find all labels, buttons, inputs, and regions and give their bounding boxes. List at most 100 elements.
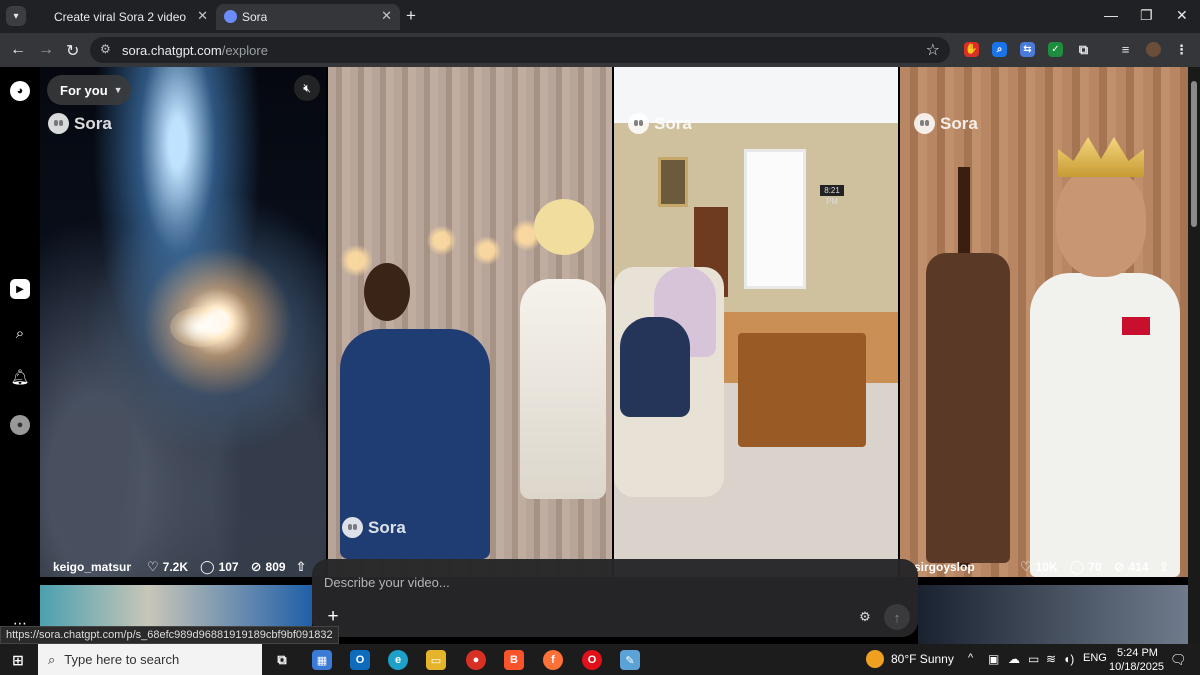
wall-clock: 8:21 PM <box>820 185 844 206</box>
remix-button[interactable]: ⊘ 809 <box>251 559 286 575</box>
chevron-down-icon: ▼ <box>113 85 123 95</box>
like-count: 10K <box>1035 560 1058 574</box>
notepad-icon[interactable]: ✎ <box>620 650 640 670</box>
brave-icon[interactable]: B <box>504 650 524 670</box>
creator-username[interactable]: keigo_matsuma <box>53 560 131 574</box>
comment-button[interactable]: ◯ 107 <box>200 559 239 575</box>
wall-picture <box>658 157 688 207</box>
hanging-coat <box>926 253 1010 563</box>
prompt-input[interactable] <box>324 571 884 593</box>
sora-watermark: Sora <box>48 113 112 134</box>
close-icon[interactable]: ✕ <box>197 8 208 24</box>
video-meta-bar: sirgoyslop ♡ 10K ◯ 70 ⊘ 414 ⇧ <box>914 557 1186 577</box>
show-hidden-icons-chevron-icon[interactable]: ^ <box>968 652 973 664</box>
remix-button[interactable]: ⊘ 414 <box>1114 559 1149 575</box>
video-card-living-room[interactable]: 8:21 PM Sora <box>614 67 898 577</box>
reload-button[interactable]: ↻ <box>66 41 79 61</box>
back-button[interactable]: ← <box>10 41 26 59</box>
weather-text[interactable]: 80°F Sunny <box>891 652 954 666</box>
video-card-crown-man[interactable]: Sora <box>900 67 1188 577</box>
mute-toggle-button[interactable]: 🔇︎ <box>294 75 320 101</box>
share-icon: ⇧ <box>1158 559 1170 574</box>
notifications-icon[interactable]: 🗨︎ <box>1170 652 1187 668</box>
taskbar-search-box[interactable]: ⌕ Type here to search <box>38 644 262 675</box>
firefox-icon[interactable]: f <box>543 650 563 670</box>
prompt-composer: + ⚙ ↑ <box>312 559 918 637</box>
extensions-puzzle-icon[interactable]: ⧉ <box>1076 42 1091 57</box>
heart-icon: ♡ <box>1020 559 1032 574</box>
play-icon[interactable]: ▶ <box>10 279 30 299</box>
tray-cloud-icon[interactable]: ☁ <box>1008 652 1020 666</box>
speaker-muted-icon: 🔇︎ <box>303 80 311 95</box>
extension-hand-icon[interactable]: ✋ <box>964 42 979 57</box>
close-window-button[interactable]: ✕ <box>1176 7 1188 24</box>
wifi-icon[interactable]: ≋ <box>1046 652 1056 666</box>
chrome-icon[interactable]: ● <box>466 650 486 670</box>
share-button[interactable]: ⇧ <box>1159 559 1170 575</box>
browser-menu-icon[interactable]: ⋮ <box>1174 42 1189 57</box>
sora-logo-icon <box>914 113 935 134</box>
store-icon[interactable]: ▦ <box>312 650 332 670</box>
volume-icon[interactable]: ◖) <box>1063 652 1074 666</box>
feed-filter-dropdown[interactable]: For you ▼ <box>47 75 131 105</box>
search-icon: ⌕ <box>48 651 56 667</box>
search-icon[interactable]: ⌕ <box>10 323 30 343</box>
video-card-proposal[interactable]: Sora <box>328 67 612 577</box>
scrollbar-thumb[interactable] <box>1191 81 1197 227</box>
submit-button[interactable]: ↑ <box>884 604 910 630</box>
sora-logo-icon[interactable]: ◕ <box>10 81 30 101</box>
tab-create-viral-sora[interactable]: Create viral Sora 2 video ✕ <box>40 4 216 30</box>
profile-avatar[interactable] <box>1146 42 1161 57</box>
battery-icon[interactable]: ▭ <box>1028 652 1039 666</box>
chevron-down-icon: ▾ <box>13 10 19 22</box>
man-face <box>1056 167 1146 277</box>
file-explorer-icon[interactable]: ▭ <box>426 650 446 670</box>
like-button[interactable]: ♡ 7.2K <box>147 559 188 575</box>
close-icon[interactable]: ✕ <box>381 8 392 24</box>
like-count: 7.2K <box>162 560 189 574</box>
sora-explore-page: ◕ ▶ ⌕ 🔔︎ ● ⋯ Sora Sora 8:21 PM Sora Sora… <box>0 67 1200 644</box>
outlook-icon[interactable]: O <box>350 650 370 670</box>
creator-username[interactable]: sirgoyslop <box>914 560 1004 574</box>
address-bar[interactable]: ⚙ sora.chatgpt.com/explore ☆ <box>90 37 950 63</box>
clock-date[interactable]: 10/18/2025 <box>1109 661 1164 673</box>
bookmark-star-icon[interactable]: ☆ <box>926 40 940 60</box>
comment-count: 70 <box>1088 560 1102 574</box>
sun-icon <box>866 650 884 668</box>
page-scrollbar[interactable] <box>1188 67 1200 644</box>
media-control-icon[interactable]: ≡ <box>1118 42 1133 57</box>
tab-sora[interactable]: Sora ✕ <box>216 4 400 30</box>
minimize-button[interactable]: — <box>1104 7 1118 23</box>
forward-button[interactable]: → <box>38 41 54 59</box>
edge-icon[interactable]: e <box>388 650 408 670</box>
light-burst <box>170 307 230 347</box>
tab-search-button[interactable]: ▾ <box>6 6 26 26</box>
tray-app-icon[interactable]: ▣ <box>988 652 999 666</box>
site-info-icon[interactable]: ⚙ <box>100 42 111 56</box>
plus-icon: + <box>327 606 339 627</box>
extension-shield-icon[interactable]: ✓ <box>1048 42 1063 57</box>
opera-icon[interactable]: O <box>582 650 602 670</box>
clock-time[interactable]: 5:24 PM <box>1117 647 1158 659</box>
like-button[interactable]: ♡ 10K <box>1020 559 1058 575</box>
windows-start-icon[interactable]: ⊞ <box>8 650 28 670</box>
maximize-button[interactable]: ❐ <box>1140 7 1153 24</box>
extension-search-icon[interactable]: ⌕ <box>992 42 1007 57</box>
bell-icon[interactable]: 🔔︎ <box>10 367 30 387</box>
video-card-galaxy[interactable]: Sora <box>40 67 326 577</box>
sora-favicon-icon <box>224 10 237 23</box>
comment-button[interactable]: ◯ 70 <box>1070 559 1102 575</box>
next-video-peek-2[interactable] <box>918 585 1188 644</box>
taskbar-search-placeholder: Type here to search <box>64 652 180 667</box>
white-dress-figure <box>520 279 606 499</box>
language-indicator[interactable]: ENG <box>1083 652 1107 664</box>
share-button[interactable]: ⇧ <box>296 559 307 575</box>
extension-translate-icon[interactable]: ⇆ <box>1020 42 1035 57</box>
new-tab-button[interactable]: + <box>406 6 416 26</box>
remix-icon: ⊘ <box>250 559 262 574</box>
url-host: sora.chatgpt.com <box>122 43 222 58</box>
task-view-icon[interactable]: ⧉ <box>272 650 292 670</box>
settings-button[interactable]: ⚙ <box>852 604 878 630</box>
feed-filter-label: For you <box>60 82 108 98</box>
profile-icon[interactable]: ● <box>10 415 30 435</box>
